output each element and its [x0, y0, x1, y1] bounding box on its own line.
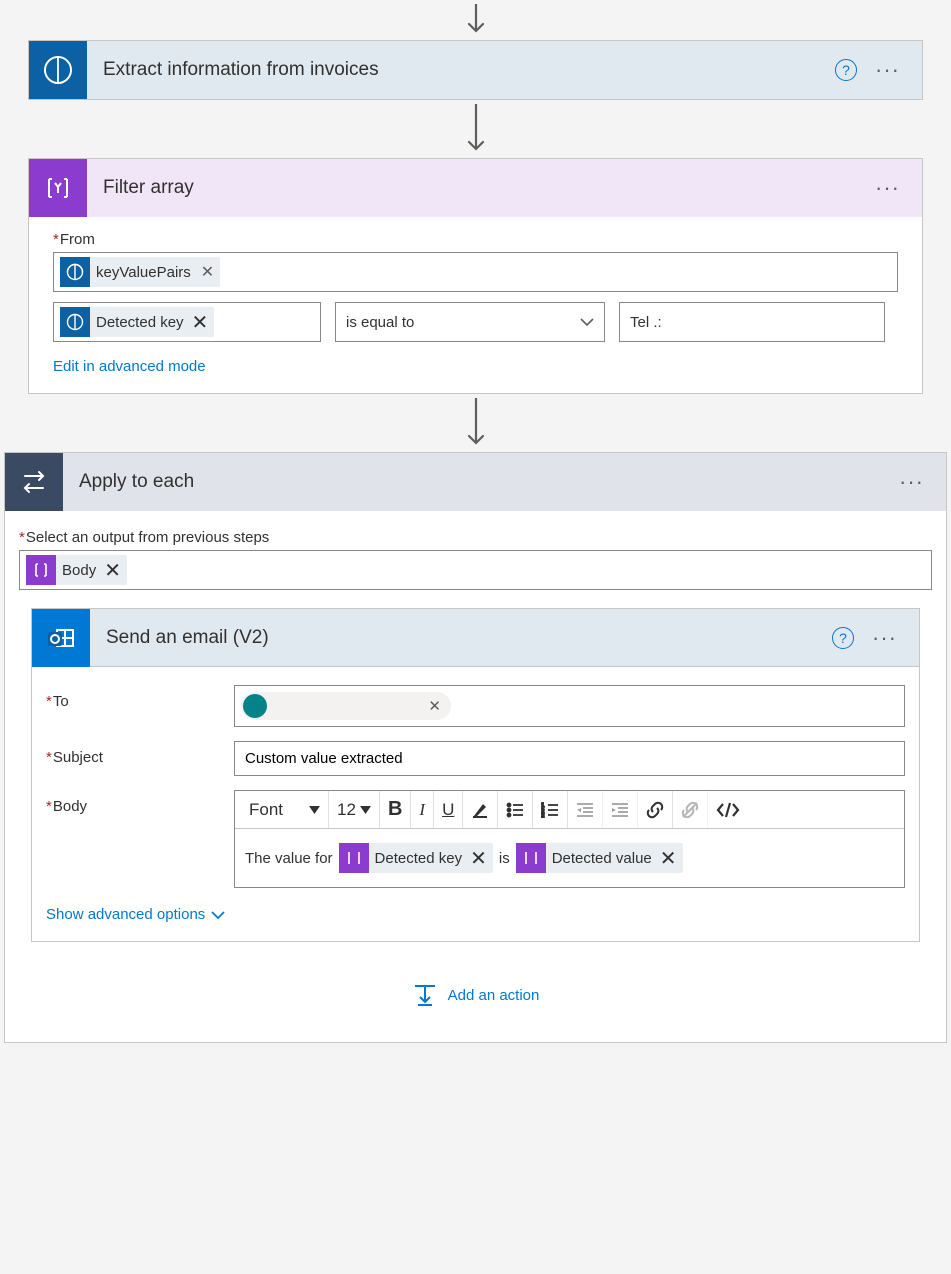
- underline-button[interactable]: U: [434, 791, 463, 828]
- help-icon[interactable]: ?: [832, 627, 854, 649]
- caret-down-icon: [360, 806, 371, 814]
- body-text: The value for: [245, 850, 333, 867]
- condition-right-input[interactable]: Tel .:: [619, 302, 885, 342]
- token-label: Detected key: [375, 850, 463, 867]
- more-menu-icon[interactable]: ···: [899, 471, 924, 493]
- edit-advanced-link[interactable]: Edit in advanced mode: [53, 358, 206, 375]
- help-icon[interactable]: ?: [835, 59, 857, 81]
- token-label: keyValuePairs: [96, 264, 191, 281]
- body-content[interactable]: The value for Detected key ✕ is: [235, 829, 904, 887]
- select-output-label: Select an output from previous steps: [19, 529, 932, 546]
- step-extract-information[interactable]: Extract information from invoices ? ···: [28, 40, 923, 100]
- recipient-chip[interactable]: ✕: [241, 692, 451, 720]
- token-detected-key[interactable]: Detected key ✕: [60, 307, 214, 337]
- token-label: Body: [62, 562, 96, 579]
- more-menu-icon[interactable]: ···: [872, 627, 897, 649]
- code-view-button[interactable]: [708, 791, 748, 828]
- step-title: Filter array: [87, 177, 875, 199]
- condition-operator-select[interactable]: is equal to: [335, 302, 605, 342]
- token-body[interactable]: Body ✕: [26, 555, 127, 585]
- more-menu-icon[interactable]: ···: [875, 59, 900, 81]
- color-button[interactable]: [463, 791, 498, 828]
- outdent-button[interactable]: [568, 791, 603, 828]
- indent-button[interactable]: [603, 791, 638, 828]
- size-select[interactable]: 12: [329, 791, 380, 828]
- data-operations-icon: [516, 843, 546, 873]
- add-action-icon: [412, 982, 438, 1008]
- step-filter-array: Filter array ··· From keyValuePairs ✕: [28, 158, 923, 394]
- remove-token-icon[interactable]: ✕: [201, 262, 214, 282]
- step-title: Apply to each: [63, 471, 899, 493]
- add-action-label: Add an action: [448, 987, 540, 1004]
- to-label: To: [46, 685, 234, 710]
- arrow-down-icon: [0, 100, 951, 158]
- link-button[interactable]: [638, 791, 673, 828]
- token-detected-key[interactable]: Detected key ✕: [339, 843, 493, 873]
- unlink-button[interactable]: [673, 791, 708, 828]
- font-select[interactable]: Font: [241, 791, 329, 828]
- more-menu-icon[interactable]: ···: [875, 177, 900, 199]
- rte-toolbar: Font 12 B I U: [235, 791, 904, 829]
- to-input[interactable]: ✕: [234, 685, 905, 727]
- caret-down-icon: [309, 806, 320, 814]
- italic-button[interactable]: I: [411, 791, 434, 828]
- step-title: Send an email (V2): [90, 627, 832, 649]
- from-input[interactable]: keyValuePairs ✕: [53, 252, 898, 292]
- body-editor: Font 12 B I U: [234, 790, 905, 888]
- token-keyvaluepairs[interactable]: keyValuePairs ✕: [60, 257, 220, 287]
- data-operations-icon: [29, 159, 87, 217]
- select-output-input[interactable]: Body ✕: [19, 550, 932, 590]
- step-send-email: Send an email (V2) ? ··· To: [31, 608, 920, 942]
- remove-token-icon[interactable]: ✕: [470, 846, 487, 871]
- outlook-icon: [32, 609, 90, 667]
- bullet-list-button[interactable]: [498, 791, 533, 828]
- chevron-down-icon: [211, 910, 225, 920]
- condition-value: Tel .:: [630, 314, 662, 331]
- token-label: Detected value: [552, 850, 652, 867]
- from-label: From: [53, 231, 898, 248]
- remove-token-icon[interactable]: ✕: [192, 310, 209, 335]
- step-header[interactable]: Send an email (V2) ? ···: [32, 609, 919, 667]
- body-text: is: [499, 850, 510, 867]
- remove-chip-icon[interactable]: ✕: [428, 697, 441, 715]
- step-header[interactable]: Apply to each ···: [5, 453, 946, 511]
- ai-builder-icon: [29, 41, 87, 99]
- loop-icon: [5, 453, 63, 511]
- data-operations-icon: [26, 555, 56, 585]
- ai-builder-icon: [60, 257, 90, 287]
- show-advanced-link[interactable]: Show advanced options: [46, 906, 225, 923]
- svg-text:3: 3: [541, 814, 545, 818]
- token-detected-value[interactable]: Detected value ✕: [516, 843, 683, 873]
- remove-token-icon[interactable]: ✕: [660, 846, 677, 871]
- add-action-button[interactable]: Add an action: [19, 942, 932, 1018]
- bold-button[interactable]: B: [380, 791, 411, 828]
- arrow-down-icon: [0, 0, 951, 40]
- condition-left-input[interactable]: Detected key ✕: [53, 302, 321, 342]
- arrow-down-icon: [0, 394, 951, 452]
- step-title: Extract information from invoices: [87, 59, 835, 81]
- avatar-icon: [243, 694, 267, 718]
- ai-builder-icon: [60, 307, 90, 337]
- operator-text: is equal to: [346, 314, 414, 331]
- data-operations-icon: [339, 843, 369, 873]
- number-list-button[interactable]: 123: [533, 791, 568, 828]
- step-header[interactable]: Filter array ···: [29, 159, 922, 217]
- body-label: Body: [46, 790, 234, 815]
- chevron-down-icon: [580, 317, 594, 327]
- remove-token-icon[interactable]: ✕: [104, 558, 121, 583]
- step-apply-to-each: Apply to each ··· Select an output from …: [4, 452, 947, 1043]
- token-label: Detected key: [96, 314, 184, 331]
- subject-label: Subject: [46, 741, 234, 766]
- subject-input[interactable]: [234, 741, 905, 776]
